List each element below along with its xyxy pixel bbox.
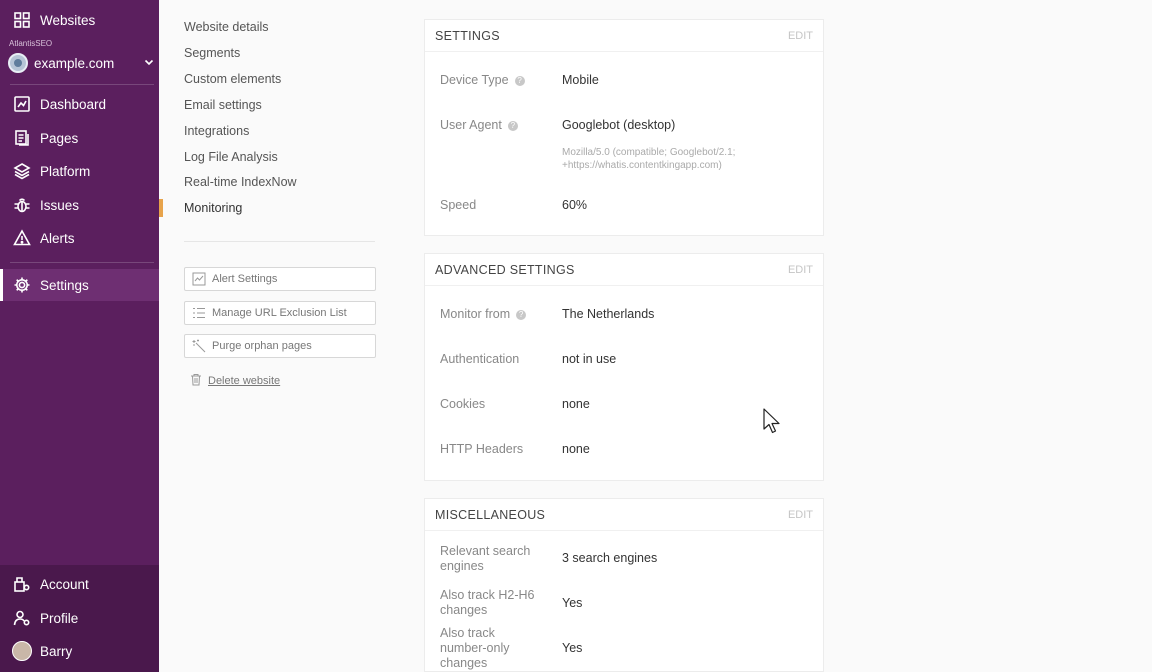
subnav-segments[interactable]: Segments <box>184 46 240 60</box>
speed-label: Speed <box>440 198 477 212</box>
miscellaneous-panel: MISCELLANEOUS EDIT Relevant search engin… <box>424 498 824 672</box>
sidebar-item-issues[interactable]: Issues <box>0 189 159 221</box>
grid-icon <box>12 10 32 30</box>
help-icon[interactable]: ? <box>514 76 525 86</box>
sidebar-item-label: Profile <box>40 610 79 626</box>
h2h6-label: Also track H2-H6 changes <box>440 588 535 617</box>
settings-panel-header: SETTINGS EDIT <box>425 20 823 52</box>
website-switcher[interactable]: example.com <box>8 52 154 74</box>
manage-url-exclusion-button[interactable]: Manage URL Exclusion List <box>184 301 376 325</box>
number-only-label: Also track number-only changes <box>440 626 510 670</box>
subnav-realtime-indexnow[interactable]: Real-time IndexNow <box>184 175 297 189</box>
chart-icon <box>192 272 206 286</box>
number-only-value: Yes <box>562 641 583 655</box>
globe-icon <box>8 53 28 73</box>
wand-icon <box>192 339 206 353</box>
sidebar-item-profile[interactable]: Profile <box>0 602 159 634</box>
help-icon[interactable]: ? <box>507 121 518 131</box>
subnav-monitoring[interactable]: Monitoring <box>184 201 242 215</box>
subnav-active-marker <box>159 199 163 217</box>
mouse-cursor-icon <box>763 408 780 434</box>
subnav-divider <box>184 241 375 242</box>
alert-settings-button[interactable]: Alert Settings <box>184 267 376 291</box>
trash-icon <box>190 373 202 389</box>
sidebar-item-account[interactable]: Account <box>0 568 159 600</box>
misc-panel-header: MISCELLANEOUS EDIT <box>425 499 823 531</box>
speed-value: 60% <box>562 198 588 212</box>
dashboard-icon <box>12 94 32 114</box>
sidebar-item-label: Settings <box>40 277 89 293</box>
sidebar-item-dashboard[interactable]: Dashboard <box>0 88 159 120</box>
cookies-label: Cookies <box>440 397 486 411</box>
advanced-title: ADVANCED SETTINGS <box>435 262 575 277</box>
subnav-custom-elements[interactable]: Custom elements <box>184 72 281 86</box>
advanced-edit-button[interactable]: EDIT <box>788 264 813 276</box>
advanced-settings-panel: ADVANCED SETTINGS EDIT Monitor from? The… <box>424 253 824 481</box>
bug-icon <box>12 195 32 215</box>
misc-edit-button[interactable]: EDIT <box>788 509 813 521</box>
settings-edit-button[interactable]: EDIT <box>788 30 813 42</box>
avatar <box>12 641 32 661</box>
sidebar-item-label: Issues <box>40 197 80 213</box>
purge-orphan-pages-label: Purge orphan pages <box>212 340 312 352</box>
search-engines-label: Relevant search engines <box>440 544 531 573</box>
user-agent-string: Mozilla/5.0 (compatible; Googlebot/2.1; … <box>562 147 736 171</box>
list-icon <box>192 306 206 320</box>
sidebar-item-user[interactable]: Barry <box>0 635 159 667</box>
subnav-log-file-analysis[interactable]: Log File Analysis <box>184 150 278 164</box>
h2h6-value: Yes <box>562 596 583 610</box>
sidebar-item-platform[interactable]: Platform <box>0 155 159 187</box>
pages-icon <box>12 128 32 148</box>
sidebar-item-label: Dashboard <box>40 96 107 112</box>
sidebar-item-pages[interactable]: Pages <box>0 122 159 154</box>
misc-title: MISCELLANEOUS <box>435 507 546 522</box>
device-type-label: Device Type <box>440 73 509 87</box>
sidebar-item-settings[interactable]: Settings <box>0 269 159 301</box>
http-headers-label: HTTP Headers <box>440 442 524 456</box>
http-headers-value: none <box>562 442 590 456</box>
sidebar-item-label: Alerts <box>40 230 75 246</box>
sidebar-item-alerts[interactable]: Alerts <box>0 222 159 254</box>
warning-icon <box>12 228 32 248</box>
delete-website-link[interactable]: Delete website <box>190 373 280 389</box>
sidebar: Websites AtlantisSEO example.com Dashboa… <box>0 0 159 672</box>
user-agent-label: User Agent <box>440 118 502 132</box>
websites-label: Websites <box>40 12 96 28</box>
delete-website-label: Delete website <box>208 375 281 387</box>
subnav-integrations[interactable]: Integrations <box>184 124 249 138</box>
sidebar-bottom: Account Profile Barry <box>0 565 159 672</box>
user-agent-value: Googlebot (desktop) <box>562 118 676 132</box>
authentication-value: not in use <box>562 352 617 366</box>
website-name: example.com <box>34 55 115 71</box>
chevron-down-icon <box>144 57 154 70</box>
settings-title: SETTINGS <box>435 28 500 43</box>
authentication-label: Authentication <box>440 352 520 366</box>
sidebar-divider <box>10 262 154 263</box>
sidebar-item-label: Platform <box>40 163 91 179</box>
sidebar-divider <box>10 84 154 85</box>
device-type-value: Mobile <box>562 73 599 87</box>
sidebar-item-label: Account <box>40 576 89 592</box>
monitor-from-label: Monitor from <box>440 307 511 321</box>
alert-settings-label: Alert Settings <box>212 273 278 285</box>
profile-icon <box>12 608 32 628</box>
sidebar-item-label: Pages <box>40 130 79 146</box>
manage-url-exclusion-label: Manage URL Exclusion List <box>212 307 347 319</box>
help-icon[interactable]: ? <box>516 310 527 320</box>
user-name: Barry <box>40 643 73 659</box>
subnav-email-settings[interactable]: Email settings <box>184 98 262 112</box>
purge-orphan-pages-button[interactable]: Purge orphan pages <box>184 334 376 358</box>
cookies-value: none <box>562 397 590 411</box>
search-engines-value: 3 search engines <box>562 551 658 565</box>
subnav-website-details[interactable]: Website details <box>184 20 269 34</box>
monitor-from-value: The Netherlands <box>562 307 655 321</box>
websites-link[interactable]: Websites <box>0 4 159 36</box>
gear-icon <box>12 275 32 295</box>
advanced-panel-header: ADVANCED SETTINGS EDIT <box>425 254 823 286</box>
org-name: AtlantisSEO <box>9 39 53 48</box>
layers-icon <box>12 161 32 181</box>
settings-panel: SETTINGS EDIT Device Type? Mobile User A… <box>424 19 824 236</box>
account-icon <box>12 574 32 594</box>
